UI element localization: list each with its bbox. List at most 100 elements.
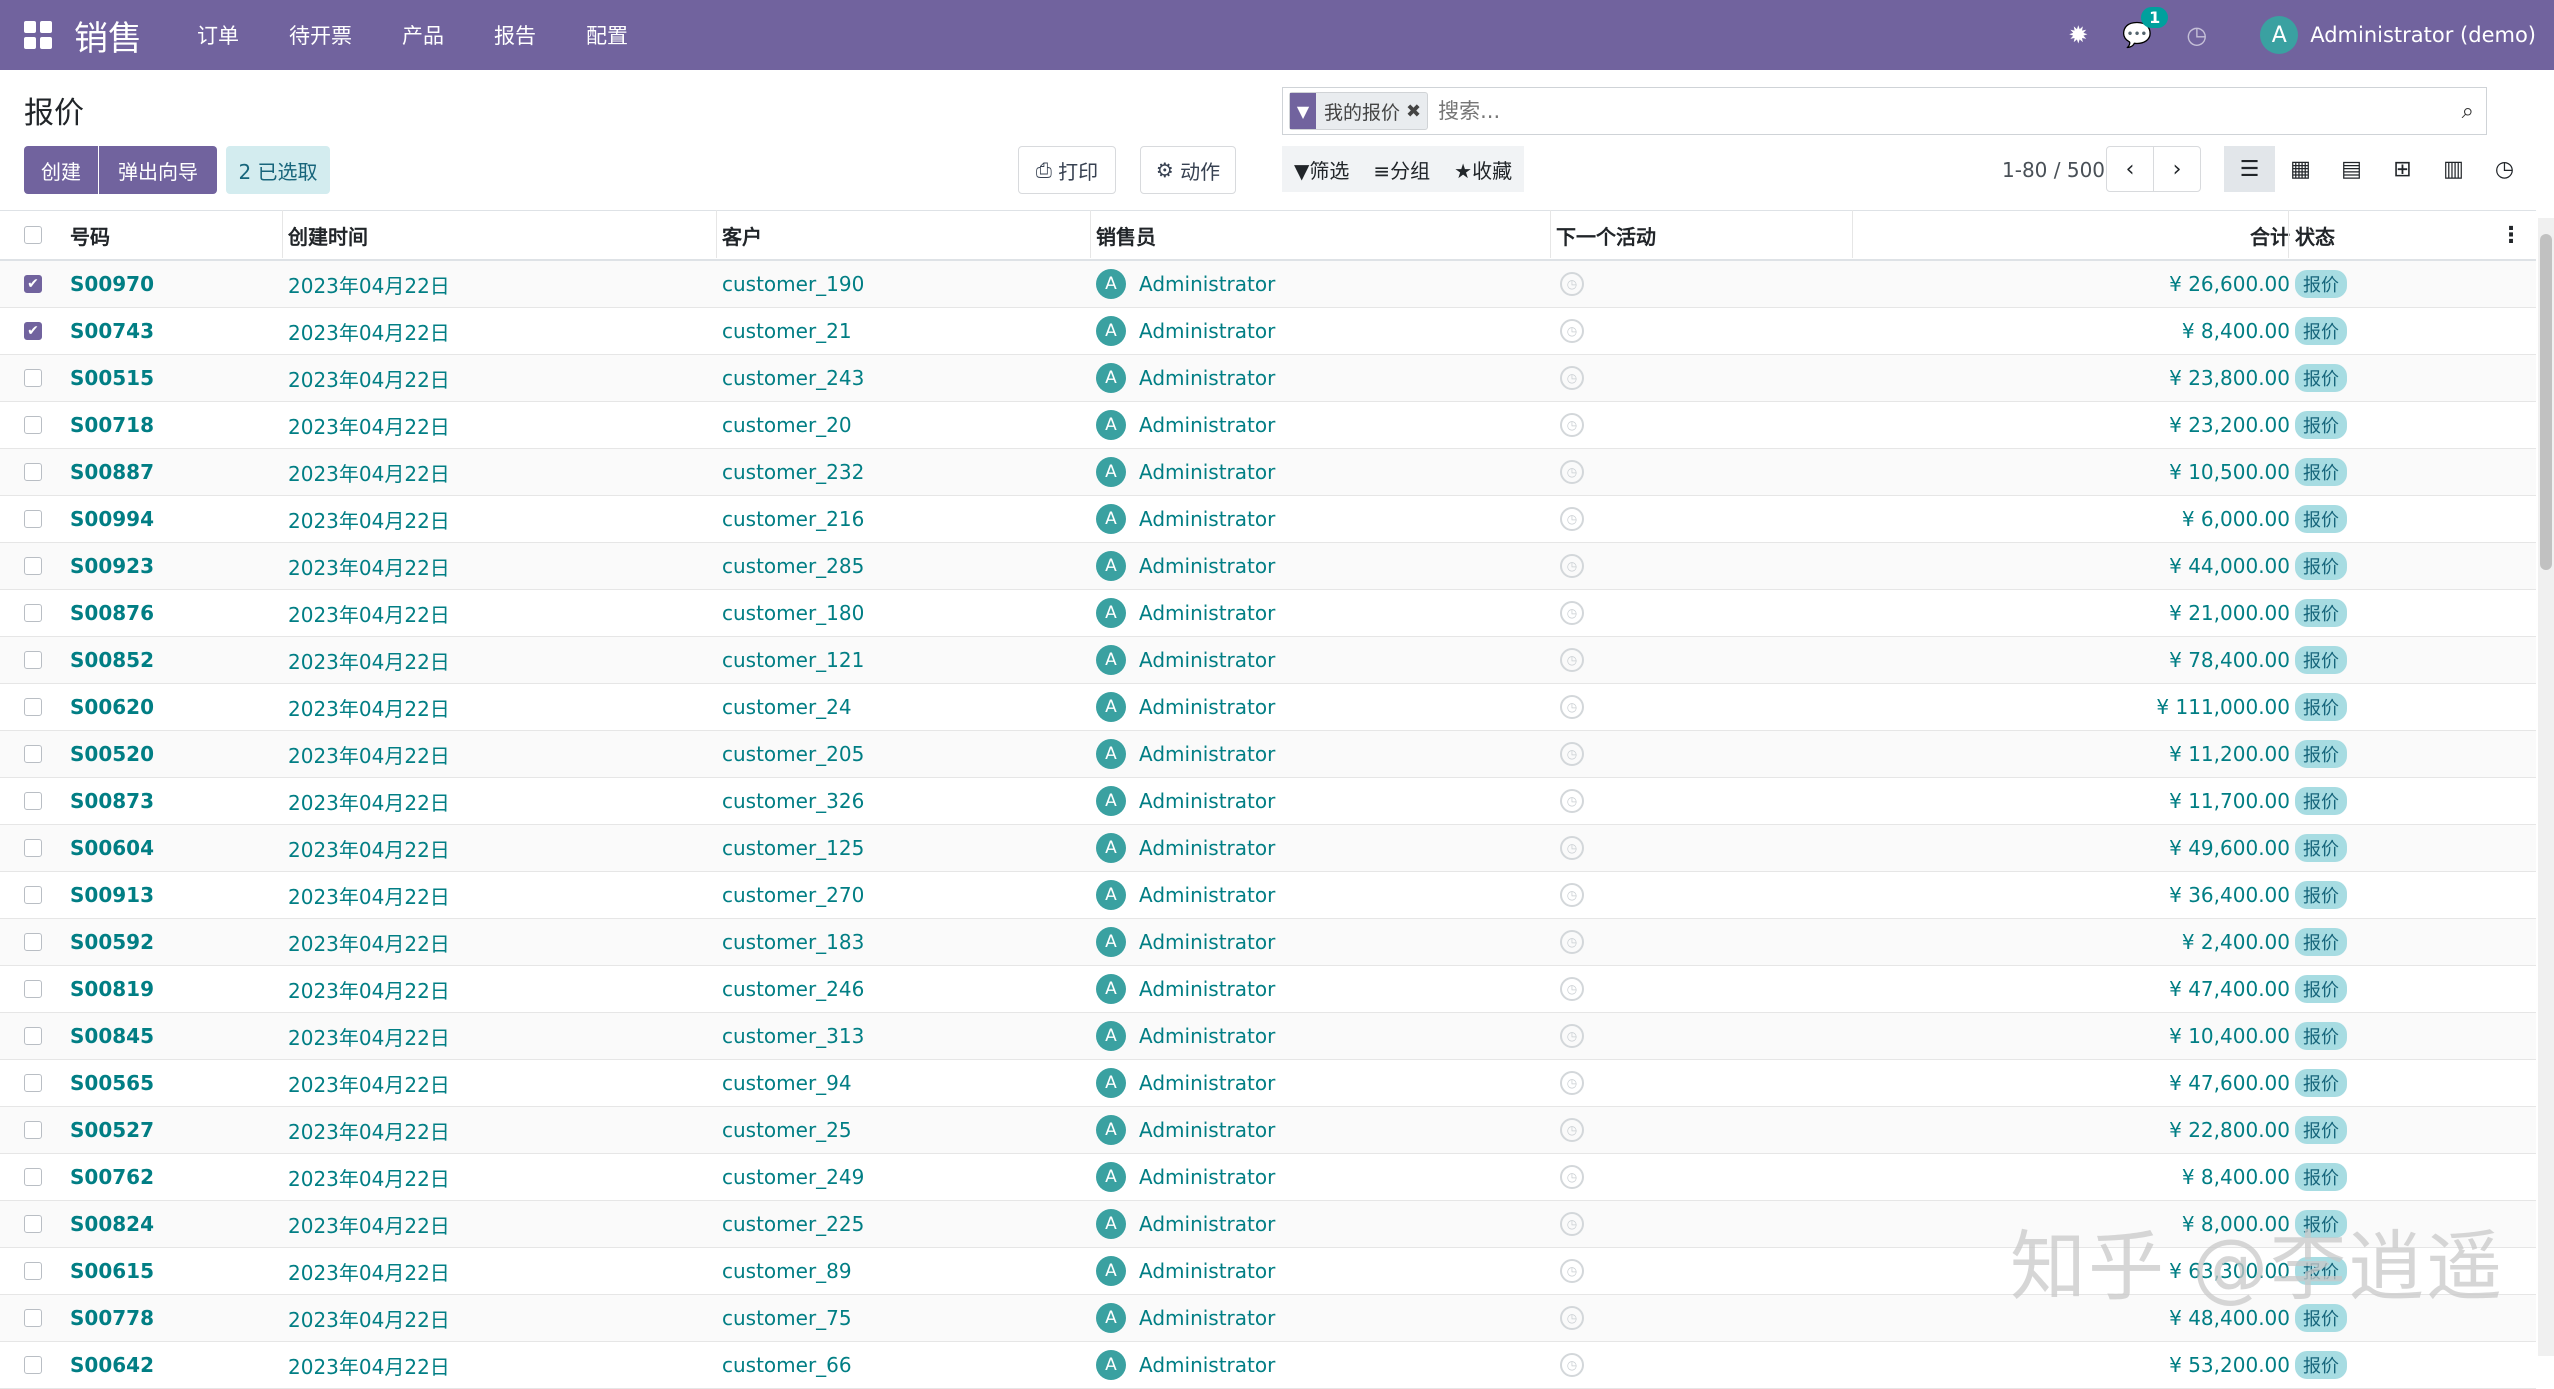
salesperson-name[interactable]: Administrator <box>1139 554 1275 578</box>
total-amount[interactable]: ¥ 49,600.00 <box>2169 836 2290 860</box>
activity-clock-icon[interactable]: ◷ <box>2186 21 2207 49</box>
customer-name[interactable]: customer_21 <box>722 319 852 343</box>
search-facet[interactable]: ▼ 我的报价 ✖ <box>1289 92 1429 130</box>
quotation-number[interactable]: S00520 <box>70 742 154 766</box>
total-amount[interactable]: ¥ 23,200.00 <box>2169 413 2290 437</box>
table-row[interactable]: S00873 2023年04月22日 customer_326 A Administra… <box>0 778 2536 825</box>
table-row[interactable]: S00515 2023年04月22日 customer_243 A Administra… <box>0 355 2536 402</box>
total-amount[interactable]: ¥ 44,000.00 <box>2169 554 2290 578</box>
created-date[interactable]: 2023年04月22日 <box>288 834 450 863</box>
activity-clock-icon[interactable]: ◷ <box>1560 1071 1584 1095</box>
salesperson-name[interactable]: Administrator <box>1139 695 1275 719</box>
activity-clock-icon[interactable]: ◷ <box>1560 648 1584 672</box>
created-date[interactable]: 2023年04月22日 <box>288 317 450 346</box>
row-checkbox[interactable]: ✔ <box>24 275 42 293</box>
salesperson-name[interactable]: Administrator <box>1139 1353 1275 1377</box>
activity-clock-icon[interactable]: ◷ <box>1560 977 1584 1001</box>
activity-clock-icon[interactable]: ◷ <box>1560 836 1584 860</box>
activity-clock-icon[interactable]: ◷ <box>1560 789 1584 813</box>
salesperson-name[interactable]: Administrator <box>1139 507 1275 531</box>
total-amount[interactable]: ¥ 10,400.00 <box>2169 1024 2290 1048</box>
customer-name[interactable]: customer_183 <box>722 930 864 954</box>
salesperson-name[interactable]: Administrator <box>1139 272 1275 296</box>
customer-name[interactable]: customer_121 <box>722 648 864 672</box>
table-row[interactable]: S00527 2023年04月22日 customer_25 A Administrat… <box>0 1107 2536 1154</box>
menu-reporting[interactable]: 报告 <box>494 20 536 50</box>
action-button[interactable]: ⚙ 动作 <box>1140 146 1236 194</box>
salesperson-name[interactable]: Administrator <box>1139 319 1275 343</box>
activity-clock-icon[interactable]: ◷ <box>1560 554 1584 578</box>
created-date[interactable]: 2023年04月22日 <box>288 364 450 393</box>
search-input[interactable] <box>1436 98 2462 124</box>
created-date[interactable]: 2023年04月22日 <box>288 975 450 1004</box>
total-amount[interactable]: ¥ 11,200.00 <box>2169 742 2290 766</box>
created-date[interactable]: 2023年04月22日 <box>288 740 450 769</box>
quotation-number[interactable]: S00994 <box>70 507 154 531</box>
row-checkbox[interactable] <box>24 1309 42 1327</box>
row-checkbox[interactable] <box>24 1356 42 1374</box>
table-row[interactable]: S00762 2023年04月22日 customer_249 A Administra… <box>0 1154 2536 1201</box>
table-row[interactable]: S00604 2023年04月22日 customer_125 A Administra… <box>0 825 2536 872</box>
created-date[interactable]: 2023年04月22日 <box>288 1304 450 1333</box>
activity-view-button[interactable]: ◷ <box>2479 146 2530 192</box>
customer-name[interactable]: customer_75 <box>722 1306 852 1330</box>
activity-clock-icon[interactable]: ◷ <box>1560 460 1584 484</box>
table-row[interactable]: ✔ S00970 2023年04月22日 customer_190 A Administr… <box>0 261 2536 308</box>
row-checkbox[interactable] <box>24 745 42 763</box>
table-row[interactable]: S00620 2023年04月22日 customer_24 A Administrat… <box>0 684 2536 731</box>
column-activity[interactable]: 下一个活动 <box>1556 221 1656 250</box>
activity-clock-icon[interactable]: ◷ <box>1560 1024 1584 1048</box>
total-amount[interactable]: ¥ 26,600.00 <box>2169 272 2290 296</box>
row-checkbox[interactable] <box>24 463 42 481</box>
customer-name[interactable]: customer_225 <box>722 1212 864 1236</box>
menu-configuration[interactable]: 配置 <box>586 20 628 50</box>
customer-name[interactable]: customer_25 <box>722 1118 852 1142</box>
quotation-number[interactable]: S00778 <box>70 1306 154 1330</box>
salesperson-name[interactable]: Administrator <box>1139 648 1275 672</box>
row-checkbox[interactable] <box>24 557 42 575</box>
table-row[interactable]: S00887 2023年04月22日 customer_232 A Administra… <box>0 449 2536 496</box>
apps-grid-icon[interactable] <box>24 21 52 49</box>
row-checkbox[interactable] <box>24 1168 42 1186</box>
row-checkbox[interactable] <box>24 1027 42 1045</box>
table-row[interactable]: S00913 2023年04月22日 customer_270 A Administra… <box>0 872 2536 919</box>
activity-clock-icon[interactable]: ◷ <box>1560 883 1584 907</box>
total-amount[interactable]: ¥ 2,400.00 <box>2182 930 2290 954</box>
created-date[interactable]: 2023年04月22日 <box>288 1163 450 1192</box>
salesperson-name[interactable]: Administrator <box>1139 601 1275 625</box>
group-by-button[interactable]: ≡分组 <box>1361 155 1442 184</box>
activity-clock-icon[interactable]: ◷ <box>1560 1306 1584 1330</box>
chat-icon[interactable]: 💬 1 <box>2122 7 2169 49</box>
created-date[interactable]: 2023年04月22日 <box>288 599 450 628</box>
activity-clock-icon[interactable]: ◷ <box>1560 1212 1584 1236</box>
created-date[interactable]: 2023年04月22日 <box>288 1022 450 1051</box>
total-amount[interactable]: ¥ 8,400.00 <box>2182 319 2290 343</box>
quotation-number[interactable]: S00762 <box>70 1165 154 1189</box>
favorites-button[interactable]: ★收藏 <box>1442 155 1524 184</box>
salesperson-name[interactable]: Administrator <box>1139 366 1275 390</box>
table-row[interactable]: S00845 2023年04月22日 customer_313 A Administra… <box>0 1013 2536 1060</box>
activity-clock-icon[interactable]: ◷ <box>1560 1118 1584 1142</box>
column-total[interactable]: 合计 <box>2250 221 2290 250</box>
menu-products[interactable]: 产品 <box>402 20 444 50</box>
salesperson-name[interactable]: Administrator <box>1139 1306 1275 1330</box>
activity-clock-icon[interactable]: ◷ <box>1560 507 1584 531</box>
customer-name[interactable]: customer_205 <box>722 742 864 766</box>
user-name[interactable]: Administrator (demo) <box>2310 23 2536 47</box>
menu-to-invoice[interactable]: 待开票 <box>289 20 352 50</box>
print-button[interactable]: ⎙ 打印 <box>1018 146 1116 194</box>
column-customer[interactable]: 客户 <box>722 221 762 250</box>
table-row[interactable]: S00994 2023年04月22日 customer_216 A Administra… <box>0 496 2536 543</box>
created-date[interactable]: 2023年04月22日 <box>288 1116 450 1145</box>
select-all-checkbox[interactable] <box>24 226 42 244</box>
quotation-number[interactable]: S00642 <box>70 1353 154 1377</box>
created-date[interactable]: 2023年04月22日 <box>288 693 450 722</box>
calendar-view-button[interactable]: ▤ <box>2326 146 2377 192</box>
filter-menu-button[interactable]: ▼筛选 <box>1282 155 1361 184</box>
column-salesperson[interactable]: 销售员 <box>1096 221 1156 250</box>
quotation-number[interactable]: S00887 <box>70 460 154 484</box>
row-checkbox[interactable] <box>24 1121 42 1139</box>
salesperson-name[interactable]: Administrator <box>1139 977 1275 1001</box>
quotation-number[interactable]: S00604 <box>70 836 154 860</box>
row-checkbox[interactable] <box>24 510 42 528</box>
